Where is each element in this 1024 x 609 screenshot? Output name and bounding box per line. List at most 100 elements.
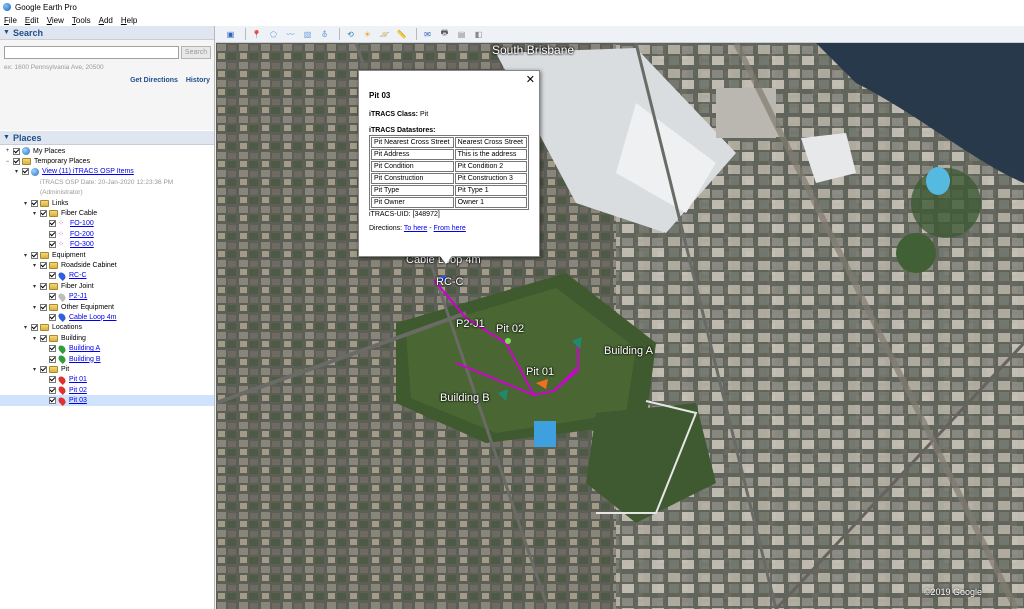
tree-item-pit[interactable]: ▾ Pit (0, 364, 214, 374)
polygon-icon[interactable]: ⬠ (267, 28, 280, 41)
tree-item-cable-loop-4m[interactable]: Cable Loop 4m (0, 312, 214, 323)
email-icon[interactable]: ✉ (421, 28, 434, 41)
tree-item-fo-100[interactable]: ⁘ FO-100 (0, 219, 214, 229)
map-view[interactable]: South Brisbane Cable Loop 4m RC-C P2-J1 … (216, 43, 1024, 609)
placemark-icon[interactable]: 📍 (250, 28, 263, 41)
visibility-checkbox[interactable] (40, 334, 47, 342)
expander-icon[interactable]: ▾ (22, 200, 29, 207)
tree-item-label[interactable]: P2-J1 (69, 293, 87, 300)
visibility-checkbox[interactable] (22, 168, 29, 176)
visibility-checkbox[interactable] (49, 313, 56, 321)
to-here-link[interactable]: To here (404, 225, 427, 232)
tree-item-locations[interactable]: ▾ Locations (0, 323, 214, 333)
visibility-checkbox[interactable] (49, 345, 56, 353)
maps-icon[interactable]: ◧ (472, 28, 485, 41)
menu-add[interactable]: Add (99, 16, 113, 25)
tree-item-p2-j1[interactable]: P2-J1 (0, 291, 214, 302)
visibility-checkbox[interactable] (40, 303, 47, 311)
close-icon[interactable]: ✕ (526, 73, 535, 86)
menu-view[interactable]: View (47, 16, 64, 25)
save-image-icon[interactable]: ▤ (455, 28, 468, 41)
visibility-checkbox[interactable] (40, 282, 47, 290)
tree-item-label[interactable]: FO-300 (70, 241, 94, 248)
expander-icon[interactable]: − (4, 159, 11, 165)
visibility-checkbox[interactable] (49, 355, 56, 363)
expander-icon[interactable]: ▾ (22, 252, 29, 259)
expander-icon[interactable]: ▾ (31, 210, 38, 217)
tree-item-equipment[interactable]: ▾ Equipment (0, 250, 214, 260)
tree-item-view-11-itracs-osp-items[interactable]: ▾ View (11) iTRACS OSP Items (0, 167, 214, 177)
tree-item-administrator[interactable]: (Administrator) (0, 188, 214, 198)
menu-edit[interactable]: Edit (25, 16, 39, 25)
visibility-checkbox[interactable] (13, 147, 20, 155)
search-input[interactable] (4, 46, 179, 59)
expander-icon[interactable]: ▾ (31, 335, 38, 342)
visibility-checkbox[interactable] (49, 397, 56, 405)
tree-item-label[interactable]: Building A (69, 345, 100, 352)
history-icon[interactable]: ⟲ (344, 28, 357, 41)
path-icon[interactable]: 〰 (284, 28, 297, 41)
tree-item-fiber-cable[interactable]: ▾ Fiber Cable (0, 208, 214, 218)
print-icon[interactable]: 🖶 (438, 28, 451, 41)
tree-item-links[interactable]: ▾ Links (0, 198, 214, 208)
expander-icon[interactable]: ▾ (31, 262, 38, 269)
tour-icon[interactable]: ⛢ (318, 28, 331, 41)
sun-icon[interactable]: ☀ (361, 28, 374, 41)
tree-item-roadside-cabinet[interactable]: ▾ Roadside Cabinet (0, 260, 214, 270)
tree-item-itracs-osp-date-20-jan-2020-12-23-36-pm[interactable]: iTRACS OSP Date: 20-Jan-2020 12:23:36 PM (0, 177, 214, 187)
history-link[interactable]: History (186, 77, 210, 84)
visibility-checkbox[interactable] (49, 272, 56, 280)
tree-item-other-equipment[interactable]: ▾ Other Equipment (0, 302, 214, 312)
tree-item-label[interactable]: RC-C (69, 272, 87, 279)
tree-item-building-a[interactable]: Building A (0, 343, 214, 354)
menu-tools[interactable]: Tools (72, 16, 91, 25)
places-panel-header[interactable]: ▼ Places (0, 131, 214, 145)
tree-item-label[interactable]: Cable Loop 4m (69, 314, 116, 321)
visibility-checkbox[interactable] (49, 230, 56, 238)
visibility-checkbox[interactable] (40, 365, 47, 373)
visibility-checkbox[interactable] (49, 293, 56, 301)
tree-item-pit-03[interactable]: Pit 03 (0, 395, 214, 406)
search-panel-header[interactable]: ▼ Search (0, 26, 214, 40)
tree-item-label[interactable]: Pit 01 (69, 376, 87, 383)
tree-item-label[interactable]: View (11) iTRACS OSP Items (42, 168, 134, 175)
search-button[interactable]: Search (181, 46, 211, 59)
tree-item-label[interactable]: Pit 03 (69, 397, 87, 404)
visibility-checkbox[interactable] (13, 158, 20, 166)
tree-item-label[interactable]: FO-100 (70, 220, 94, 227)
tree-item-pit-02[interactable]: Pit 02 (0, 385, 214, 396)
overlay-icon[interactable]: ▧ (301, 28, 314, 41)
tree-item-label[interactable]: FO-200 (70, 231, 94, 238)
expander-icon[interactable]: ▾ (31, 304, 38, 311)
tree-item-building-b[interactable]: Building B (0, 354, 214, 364)
tree-item-my-places[interactable]: + My Places (0, 146, 214, 156)
menu-file[interactable]: File (4, 16, 17, 25)
visibility-checkbox[interactable] (49, 386, 56, 394)
expander-icon[interactable]: ▾ (22, 324, 29, 331)
pit-02-marker[interactable] (505, 338, 511, 344)
visibility-checkbox[interactable] (31, 199, 38, 207)
expander-icon[interactable]: + (4, 148, 11, 154)
sidebar-icon[interactable]: ▣ (224, 28, 237, 41)
tree-item-fiber-joint[interactable]: ▾ Fiber Joint (0, 281, 214, 291)
visibility-checkbox[interactable] (31, 324, 38, 332)
expander-icon[interactable]: ▾ (31, 283, 38, 290)
visibility-checkbox[interactable] (40, 210, 47, 218)
expander-icon[interactable]: ▾ (31, 366, 38, 373)
from-here-link[interactable]: From here (434, 225, 466, 232)
menu-help[interactable]: Help (121, 16, 137, 25)
tree-item-fo-200[interactable]: ⁘ FO-200 (0, 229, 214, 239)
get-directions-link[interactable]: Get Directions (130, 77, 178, 84)
tree-item-temporary-places[interactable]: − Temporary Places (0, 156, 214, 166)
tree-item-fo-300[interactable]: ⁘ FO-300 (0, 240, 214, 250)
tree-item-pit-01[interactable]: Pit 01 (0, 374, 214, 385)
tree-item-building[interactable]: ▾ Building (0, 333, 214, 343)
tree-item-label[interactable]: Pit 02 (69, 387, 87, 394)
visibility-checkbox[interactable] (49, 376, 56, 384)
tree-item-label[interactable]: Building B (69, 356, 101, 363)
ruler-icon[interactable]: 📏 (395, 28, 408, 41)
visibility-checkbox[interactable] (31, 251, 38, 259)
expander-icon[interactable]: ▾ (13, 168, 20, 175)
planets-icon[interactable]: 🪐 (378, 28, 391, 41)
visibility-checkbox[interactable] (49, 220, 56, 228)
